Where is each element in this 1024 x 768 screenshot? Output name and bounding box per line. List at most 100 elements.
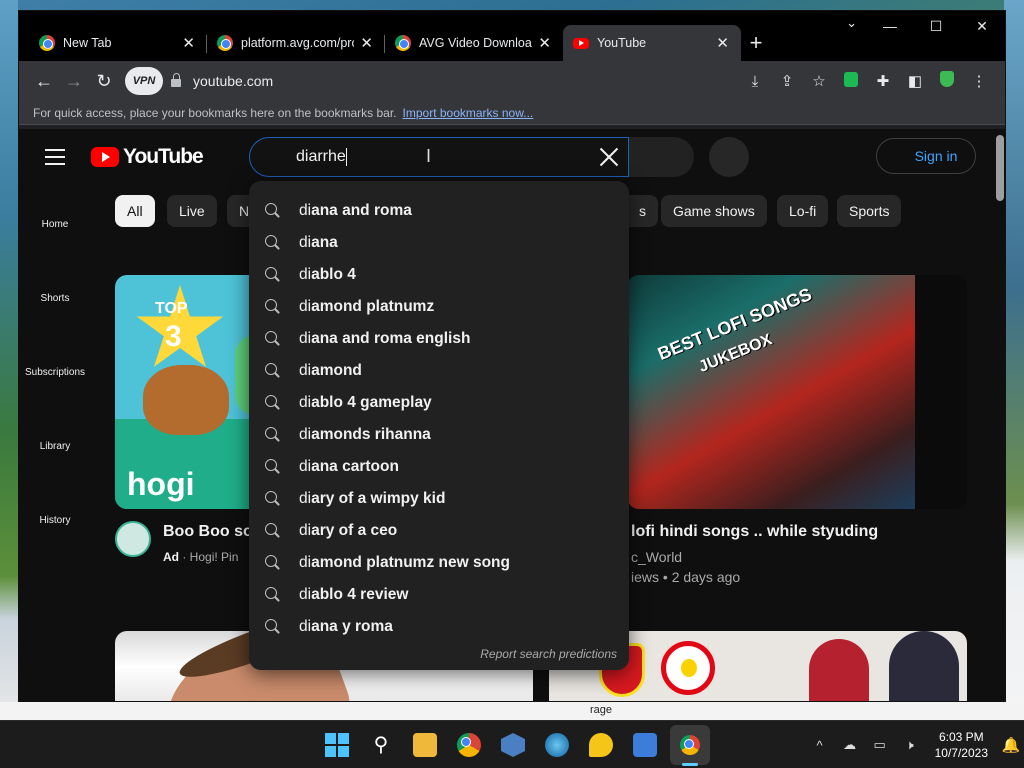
scrollbar-thumb[interactable] [996, 135, 1004, 201]
suggestion-item[interactable]: di amonds rihanna [249, 419, 629, 451]
suggestion-item[interactable]: di ana y roma [249, 611, 629, 643]
suggestion-item[interactable]: di ablo 4 [249, 259, 629, 291]
chrome-icon[interactable] [457, 733, 481, 757]
chip-all[interactable]: All [115, 195, 155, 227]
new-tab-button[interactable]: + [741, 30, 771, 56]
virtualbox-icon[interactable] [501, 733, 525, 757]
clear-search-icon[interactable] [596, 144, 622, 170]
minimize-button[interactable]: — [867, 11, 913, 43]
lock-icon [171, 73, 181, 87]
suggestion-item[interactable]: di ary of a ceo [249, 515, 629, 547]
suggestion-item[interactable]: di amond platnumz [249, 291, 629, 323]
suggestion-rest: ana cartoon [311, 458, 399, 475]
sidebar-item-subscriptions[interactable]: Subscriptions [19, 367, 91, 441]
share-icon[interactable]: ⇪ [771, 72, 803, 90]
back-button[interactable]: ← [29, 71, 59, 92]
forward-button[interactable]: → [59, 71, 89, 92]
notification-bell-icon[interactable]: 🔔 [998, 736, 1024, 754]
chip-live[interactable]: Live [167, 195, 217, 227]
windows-start-icon[interactable] [325, 733, 349, 757]
suggestion-typed: di [299, 426, 312, 443]
close-icon[interactable]: ✕ [716, 34, 729, 52]
extension-green-icon[interactable] [835, 71, 867, 91]
tab-avg-platform[interactable]: platform.avg.com/pro ✕ [207, 25, 385, 61]
channel-name[interactable]: · Hogi! Pin [182, 550, 238, 564]
tab-title: YouTube [597, 36, 647, 50]
clock-time: 6:03 PM [938, 730, 984, 744]
bookmark-star-icon[interactable]: ☆ [803, 72, 835, 90]
tab-new-tab[interactable]: New Tab ✕ [29, 25, 207, 61]
avg-shield-icon[interactable] [931, 71, 963, 91]
taskbar-active-browser[interactable] [670, 725, 710, 766]
sidebar-item-library[interactable]: Library [19, 441, 91, 515]
close-icon[interactable]: ✕ [360, 34, 373, 52]
reload-button[interactable]: ↻ [89, 71, 119, 92]
vpn-button[interactable]: VPN [125, 67, 163, 95]
sign-in-button[interactable]: Sign in [876, 138, 976, 174]
suggestion-item[interactable]: di ana and roma english [249, 323, 629, 355]
desktop-background-left [0, 0, 18, 720]
menu-kebab-icon[interactable]: ⋮ [963, 72, 995, 90]
chip-lofi[interactable]: Lo-fi [777, 195, 829, 227]
suggestion-rest: ary of a wimpy kid [311, 490, 446, 507]
channel-avatar[interactable] [115, 521, 151, 557]
club-crest-icon [661, 641, 715, 695]
cloud-icon[interactable]: ☁ [835, 737, 865, 753]
suggestion-item[interactable]: di ana cartoon [249, 451, 629, 483]
file-explorer-icon[interactable] [413, 733, 437, 757]
clock[interactable]: 6:03 PM 10/7/2023 [935, 729, 988, 761]
tray-overflow-chevron-icon[interactable]: ^ [805, 738, 835, 753]
suggestion-typed: di [299, 586, 312, 603]
suggestion-item[interactable]: di ana [249, 227, 629, 259]
network-globe-icon[interactable] [545, 733, 569, 757]
ibeam-cursor-icon: I [426, 146, 432, 166]
suggestion-typed: di [299, 362, 312, 379]
volume-muted-icon[interactable]: 🕨 [895, 737, 925, 753]
side-panel-icon[interactable]: ◧ [899, 72, 931, 90]
hamburger-menu-icon[interactable] [45, 149, 65, 170]
search-button[interactable] [629, 137, 694, 177]
display-icon[interactable]: ▭ [865, 737, 895, 753]
address-bar[interactable]: youtube.com [171, 66, 739, 96]
close-window-button[interactable]: ✕ [959, 11, 1005, 43]
report-predictions-link[interactable]: Report search predictions [480, 647, 617, 661]
app-icon[interactable] [633, 733, 657, 757]
tab-title: AVG Video Download [419, 36, 533, 50]
chat-bubble-icon[interactable] [589, 733, 613, 757]
sidebar-item-shorts[interactable]: Shorts [19, 293, 91, 367]
suggestion-item[interactable]: di ary of a wimpy kid [249, 483, 629, 515]
suggestion-item[interactable]: di amond [249, 355, 629, 387]
sidebar-item-home[interactable]: Home [19, 219, 91, 293]
maximize-button[interactable]: ☐ [913, 11, 959, 43]
page-scrollbar[interactable] [996, 131, 1005, 701]
channel-name[interactable]: c_World [631, 549, 682, 565]
suggestion-item[interactable]: di ablo 4 review [249, 579, 629, 611]
sidebar-item-history[interactable]: History [19, 515, 91, 589]
suggestion-rest: amonds rihanna [311, 426, 431, 443]
suggestion-item[interactable]: di amond platnumz new song [249, 547, 629, 579]
video-title[interactable]: lofi hindi songs .. while styuding [631, 523, 878, 541]
close-icon[interactable]: ✕ [538, 34, 551, 52]
ad-label-row: Ad · Hogi! Pin [163, 550, 238, 564]
close-icon[interactable]: ✕ [182, 34, 195, 52]
video-thumbnail-lofi[interactable]: BEST LOFI SONGS JUKEBOX [627, 275, 967, 509]
search-icon [265, 331, 281, 347]
tab-search-icon[interactable]: ⌄ [846, 15, 857, 31]
chip-game-shows[interactable]: Game shows [661, 195, 767, 227]
voice-search-button[interactable] [709, 137, 749, 177]
tab-avg-video-download[interactable]: AVG Video Download ✕ [385, 25, 563, 61]
chip-sports[interactable]: Sports [837, 195, 902, 227]
suggestion-item[interactable]: di ablo 4 gameplay [249, 387, 629, 419]
search-input[interactable]: diarrhe I [249, 137, 629, 177]
import-bookmarks-link[interactable]: Import bookmarks now... [403, 106, 534, 120]
suggestion-rest: ablo 4 gameplay [311, 394, 432, 411]
suggestion-item[interactable]: di ana and roma [249, 195, 629, 227]
search-icon[interactable]: ⚲ [369, 733, 393, 757]
youtube-logo[interactable]: YouTube [91, 145, 204, 169]
bookmarks-hint: For quick access, place your bookmarks h… [33, 105, 397, 120]
video-title[interactable]: Boo Boo sor [163, 523, 259, 541]
tab-youtube[interactable]: YouTube ✕ [563, 25, 741, 61]
install-icon[interactable]: ⤓ [739, 73, 771, 90]
extensions-puzzle-icon[interactable]: ✚ [867, 72, 899, 90]
youtube-play-icon [91, 147, 119, 167]
